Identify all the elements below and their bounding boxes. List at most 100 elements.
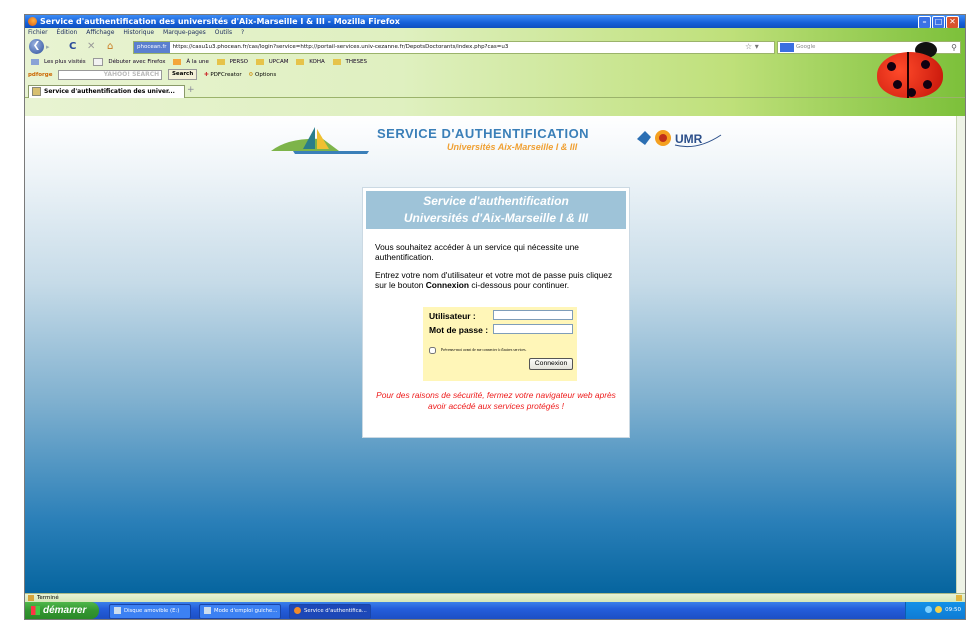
taskbar-item-firefox[interactable]: Service d'authentifica... <box>289 604 371 619</box>
firefox-icon <box>28 17 37 26</box>
logo-subtitle: Universités Aix-Marseille I & III <box>447 142 578 152</box>
bookmark-label: Débuter avec Firefox <box>108 59 166 65</box>
security-warning: Pour des raisons de sécurité, fermez vot… <box>376 390 616 411</box>
tab-active[interactable]: Service d'authentification des univer... <box>28 85 185 98</box>
bookmark-a-la-une[interactable]: À la une <box>170 58 209 65</box>
svg-text:UMR: UMR <box>675 132 703 146</box>
url-text: https://casu1u3.phocean.fr/cas/login?ser… <box>172 44 509 50</box>
logo-title: SERVICE D'AUTHENTIFICATION <box>377 126 590 141</box>
page-icon <box>31 58 39 65</box>
reload-icon[interactable]: C <box>69 41 76 53</box>
instructions-part: ci-dessous pour continuer. <box>469 280 570 290</box>
folder-icon <box>216 58 225 65</box>
firefox-icon <box>294 607 301 614</box>
instructions-text: Entrez votre nom d'utilisateur et votre … <box>375 270 625 290</box>
status-icon <box>28 594 34 601</box>
bookmark-folder-perso[interactable]: PERSO <box>214 58 249 65</box>
pdfcreator-button[interactable]: PDFCreator <box>210 72 241 78</box>
bookmark-folder-theses[interactable]: THESES <box>330 58 367 65</box>
warn-checkbox[interactable] <box>429 347 436 354</box>
login-panel-header: Service d'authentification Universités d… <box>366 191 626 229</box>
tab-favicon-icon <box>32 87 41 96</box>
bookmark-most-visited[interactable]: Les plus visités <box>28 58 86 65</box>
folder-icon <box>296 58 305 65</box>
drive-icon <box>114 607 121 614</box>
navigation-toolbar: ❮ ▸ C ✕ ⌂ phocean.fr https://casu1u3.phoc… <box>25 38 965 56</box>
instructions-bold: Connexion <box>425 280 470 290</box>
new-tab-button[interactable]: + <box>187 85 197 95</box>
yahoo-search-button[interactable]: Search <box>167 69 198 80</box>
window-icon <box>204 607 211 614</box>
menu-outils[interactable]: Outils <box>215 29 232 36</box>
folder-icon <box>255 58 264 65</box>
login-form: Utilisateur : Mot de passe : Prévenez-mo… <box>423 307 577 381</box>
pdfcreator-icon: ✚ <box>203 72 209 78</box>
network-icon[interactable] <box>925 606 933 613</box>
login-title-line1: Service d'authentification <box>423 194 569 208</box>
sailboat-logo-icon <box>271 127 369 154</box>
forward-button[interactable]: ▸ <box>46 42 56 52</box>
options-icon: ⚙ <box>248 72 254 78</box>
yahoo-search-input[interactable]: YAHOO! SEARCH <box>58 69 163 80</box>
ladybug-decoration <box>877 52 943 98</box>
options-button[interactable]: Options <box>255 72 276 78</box>
tab-label: Service d'authentification des univer... <box>44 88 175 95</box>
tray-icon[interactable] <box>935 606 943 613</box>
password-label: Mot de passe : <box>429 325 489 335</box>
bookmark-star-icon[interactable]: ☆ ▾ <box>745 41 759 52</box>
windows-flag-icon <box>31 605 40 615</box>
bookmark-label: Les plus visités <box>44 59 86 65</box>
search-placeholder: Google <box>796 44 816 50</box>
bookmark-label: THESES <box>345 59 367 65</box>
bookmark-getting-started[interactable]: Débuter avec Firefox <box>90 57 166 66</box>
username-label: Utilisateur : <box>429 311 476 321</box>
taskbar-item-removable-disk[interactable]: Disque amovible (E:) <box>109 604 191 619</box>
bookmark-label: UPCAM <box>268 59 289 65</box>
menu-affichage[interactable]: Affichage <box>86 29 114 36</box>
cas-logo-banner: SERVICE D'AUTHENTIFICATION Universités A… <box>269 121 729 159</box>
menu-fichier[interactable]: Fichier <box>28 29 48 36</box>
username-input[interactable] <box>493 310 573 320</box>
menu-bar: Fichier Édition Affichage Historique Mar… <box>25 28 248 38</box>
status-text: Terminé <box>37 595 59 601</box>
google-engine-icon[interactable] <box>780 43 794 52</box>
bookmark-label: PERSO <box>229 59 249 65</box>
menu-historique[interactable]: Historique <box>123 29 154 36</box>
bookmark-folder-upcam[interactable]: UPCAM <box>253 58 289 65</box>
taskbar-item-label: Mode d'emploi guiche... <box>214 608 278 614</box>
start-button[interactable]: démarrer <box>25 602 99 619</box>
window-title: Service d'authentification des universit… <box>40 17 400 26</box>
warn-checkbox-label: Prévenez-moi avant de me connecter à d'a… <box>441 348 527 352</box>
start-label: démarrer <box>43 605 87 616</box>
bookmarks-toolbar: Les plus visités Débuter avec Firefox À … <box>25 56 367 68</box>
browser-chrome: Fichier Édition Affichage Historique Mar… <box>25 28 965 116</box>
bookmark-folder-koha[interactable]: KOHA <box>293 58 325 65</box>
screen: Service d'authentification des universit… <box>24 14 966 620</box>
home-icon[interactable]: ⌂ <box>107 41 113 53</box>
lock-icon[interactable] <box>956 595 962 601</box>
password-input[interactable] <box>493 324 573 334</box>
universities-logos-icon: UMR <box>637 130 722 148</box>
taskbar-item-label: Service d'authentifica... <box>304 608 367 614</box>
window-titlebar: Service d'authentification des universit… <box>25 15 965 29</box>
site-identity-badge[interactable]: phocean.fr <box>134 42 170 53</box>
menu-marque-pages[interactable]: Marque-pages <box>163 29 206 36</box>
vertical-scrollbar[interactable] <box>956 116 965 593</box>
menu-edition[interactable]: Édition <box>57 29 78 36</box>
search-magnifier-icon[interactable]: ⚲ <box>951 42 957 53</box>
login-title-line2: Universités d'Aix-Marseille I & III <box>403 211 589 225</box>
extra-toolbar: pdforge YAHOO! SEARCH Search ✚ PDFCreato… <box>25 68 276 82</box>
url-bar[interactable]: phocean.fr https://casu1u3.phocean.fr/cas… <box>133 41 775 54</box>
pdforge-logo[interactable]: pdforge <box>28 72 52 78</box>
connexion-button[interactable]: Connexion <box>529 358 573 370</box>
rss-icon <box>173 58 182 65</box>
taskbar-item-mode-emploi[interactable]: Mode d'emploi guiche... <box>199 604 281 619</box>
bookmark-label: KOHA <box>309 59 325 65</box>
page-icon <box>93 57 104 66</box>
system-tray: 09:50 <box>905 602 965 619</box>
menu-aide[interactable]: ? <box>241 29 244 36</box>
intro-text: Vous souhaitez accéder à un service qui … <box>375 242 579 262</box>
bookmark-label: À la une <box>186 59 209 65</box>
back-button[interactable]: ❮ <box>29 39 44 54</box>
stop-icon[interactable]: ✕ <box>87 41 95 53</box>
